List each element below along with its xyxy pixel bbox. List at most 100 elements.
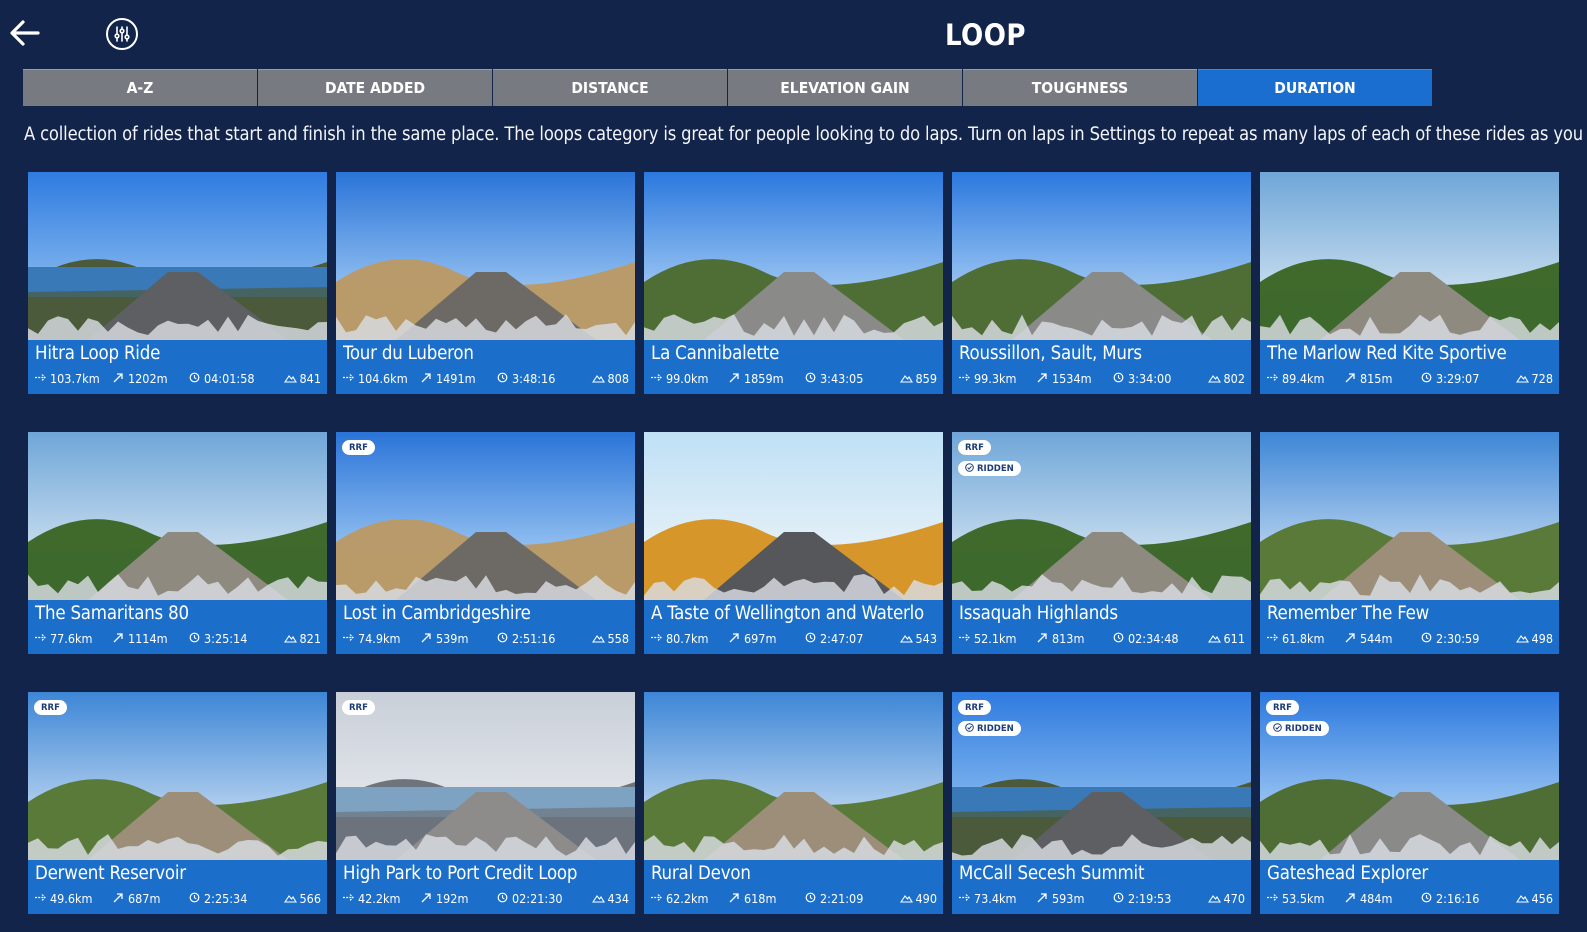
- ride-thumbnail-image: [644, 692, 943, 860]
- elevation-stat: 484m: [1344, 891, 1392, 906]
- distance-stat: 49.6km: [34, 891, 93, 906]
- ridden-badge: RIDDEN: [1266, 721, 1329, 736]
- rrf-badge: RRF: [34, 700, 67, 715]
- toughness-stat: 821: [283, 631, 321, 646]
- elevation-value: 192m: [436, 891, 469, 906]
- mountain-icon: [283, 371, 297, 386]
- duration-stat: 2:16:16: [1420, 891, 1479, 906]
- distance-stat: 53.5km: [1266, 891, 1325, 906]
- distance-icon: [34, 371, 47, 386]
- ride-card[interactable]: Rural Devon 62.2km 618m 2:21:09 490: [644, 692, 943, 914]
- clock-icon: [1112, 891, 1125, 906]
- elevation-value: 1859m: [744, 371, 784, 386]
- tab-date-added[interactable]: DATE ADDED: [258, 69, 492, 106]
- ride-stats: 42.2km 192m 02:21:30 434: [342, 891, 629, 907]
- page-title: LOOP: [944, 18, 1027, 52]
- ride-stats: 89.4km 815m 3:29:07 728: [1266, 371, 1553, 387]
- elevation-stat: 1491m: [420, 371, 476, 386]
- duration-stat: 3:43:05: [804, 371, 863, 386]
- elevation-value: 1491m: [436, 371, 476, 386]
- ride-card[interactable]: Roussillon, Sault, Murs 99.3km 1534m 3:3…: [952, 172, 1251, 394]
- ride-stats: 62.2km 618m 2:21:09 490: [650, 891, 937, 907]
- distance-stat: 74.9km: [342, 631, 401, 646]
- ride-thumbnail: [28, 432, 327, 600]
- elevation-icon: [420, 891, 433, 906]
- ride-card[interactable]: The Samaritans 80 77.6km 1114m 3:25:14 8…: [28, 432, 327, 654]
- ride-thumbnail: [1260, 432, 1559, 600]
- ride-stats: 74.9km 539m 2:51:16 558: [342, 631, 629, 647]
- elevation-value: 484m: [1360, 891, 1393, 906]
- ride-card[interactable]: RRF RIDDEN McCall Secesh Summit 73.4km 59…: [952, 692, 1251, 914]
- tab-elevation-gain[interactable]: ELEVATION GAIN: [728, 69, 962, 106]
- rrf-badge: RRF: [958, 440, 991, 455]
- duration-stat: 2:19:53: [1112, 891, 1171, 906]
- elevation-stat: 815m: [1344, 371, 1392, 386]
- ride-card[interactable]: The Marlow Red Kite Sportive 89.4km 815m…: [1260, 172, 1559, 394]
- ride-card[interactable]: RRF Lost in Cambridgeshire 74.9km 539m 2…: [336, 432, 635, 654]
- distance-icon: [1266, 371, 1279, 386]
- rrf-badge: RRF: [1266, 700, 1299, 715]
- mountain-icon: [283, 891, 297, 906]
- duration-value: 3:29:07: [1436, 371, 1480, 386]
- tab-a-z[interactable]: A-Z: [23, 69, 257, 106]
- ride-card[interactable]: Tour du Luberon 104.6km 1491m 3:48:16 80…: [336, 172, 635, 394]
- ride-stats: 52.1km 813m 02:34:48 611: [958, 631, 1245, 647]
- distance-stat: 99.3km: [958, 371, 1017, 386]
- clock-icon: [1420, 371, 1433, 386]
- duration-value: 04:01:58: [204, 371, 255, 386]
- distance-value: 104.6km: [358, 371, 408, 386]
- clock-icon: [188, 371, 201, 386]
- clock-icon: [188, 891, 201, 906]
- distance-stat: 104.6km: [342, 371, 408, 386]
- duration-stat: 2:30:59: [1420, 631, 1479, 646]
- distance-value: 103.7km: [50, 371, 100, 386]
- duration-value: 3:34:00: [1128, 371, 1172, 386]
- sort-tabs: A-Z DATE ADDED DISTANCE ELEVATION GAIN T…: [23, 69, 1433, 106]
- duration-value: 2:16:16: [1436, 891, 1480, 906]
- ride-thumbnail-image: [336, 172, 635, 340]
- ride-card[interactable]: RRF RIDDEN Issaquah Highlands 52.1km 813m…: [952, 432, 1251, 654]
- ride-thumbnail-image: [1260, 172, 1559, 340]
- clock-icon: [1420, 891, 1433, 906]
- elevation-icon: [1344, 631, 1357, 646]
- toughness-stat: 490: [899, 891, 937, 906]
- distance-value: 49.6km: [50, 891, 93, 906]
- toughness-value: 728: [1531, 371, 1553, 386]
- distance-stat: 73.4km: [958, 891, 1017, 906]
- elevation-stat: 593m: [1036, 891, 1084, 906]
- mountain-icon: [591, 631, 605, 646]
- elevation-icon: [112, 371, 125, 386]
- distance-icon: [34, 891, 47, 906]
- clock-icon: [1112, 371, 1125, 386]
- ride-card[interactable]: A Taste of Wellington and Waterlo 80.7km…: [644, 432, 943, 654]
- ride-thumbnail: [952, 172, 1251, 340]
- ride-card[interactable]: RRF RIDDEN Gateshead Explorer 53.5km 484m…: [1260, 692, 1559, 914]
- ride-thumbnail: [1260, 172, 1559, 340]
- rrf-badge: RRF: [958, 700, 991, 715]
- ride-card[interactable]: RRF Derwent Reservoir 49.6km 687m 2:25:3…: [28, 692, 327, 914]
- elevation-stat: 1859m: [728, 371, 784, 386]
- elevation-stat: 813m: [1036, 631, 1084, 646]
- ride-card[interactable]: Remember The Few 61.8km 544m 2:30:59 498: [1260, 432, 1559, 654]
- ride-card[interactable]: RRF High Park to Port Credit Loop 42.2km…: [336, 692, 635, 914]
- duration-value: 02:21:30: [512, 891, 563, 906]
- mountain-icon: [1207, 891, 1221, 906]
- mountain-icon: [899, 371, 913, 386]
- tab-duration[interactable]: DURATION: [1198, 69, 1432, 106]
- ride-card[interactable]: Hitra Loop Ride 103.7km 1202m 04:01:58 8…: [28, 172, 327, 394]
- elevation-icon: [728, 631, 741, 646]
- tab-distance[interactable]: DISTANCE: [493, 69, 727, 106]
- rrf-badge: RRF: [342, 440, 375, 455]
- ride-title: Hitra Loop Ride: [35, 343, 161, 364]
- ride-card[interactable]: La Cannibalette 99.0km 1859m 3:43:05 859: [644, 172, 943, 394]
- ridden-badge: RIDDEN: [958, 721, 1021, 736]
- tab-toughness[interactable]: TOUGHNESS: [963, 69, 1197, 106]
- elevation-value: 813m: [1052, 631, 1085, 646]
- ridden-badge: RIDDEN: [958, 461, 1021, 476]
- mountain-icon: [591, 891, 605, 906]
- duration-value: 2:51:16: [512, 631, 556, 646]
- distance-value: 80.7km: [666, 631, 709, 646]
- duration-value: 2:47:07: [820, 631, 864, 646]
- distance-value: 89.4km: [1282, 371, 1325, 386]
- distance-value: 61.8km: [1282, 631, 1325, 646]
